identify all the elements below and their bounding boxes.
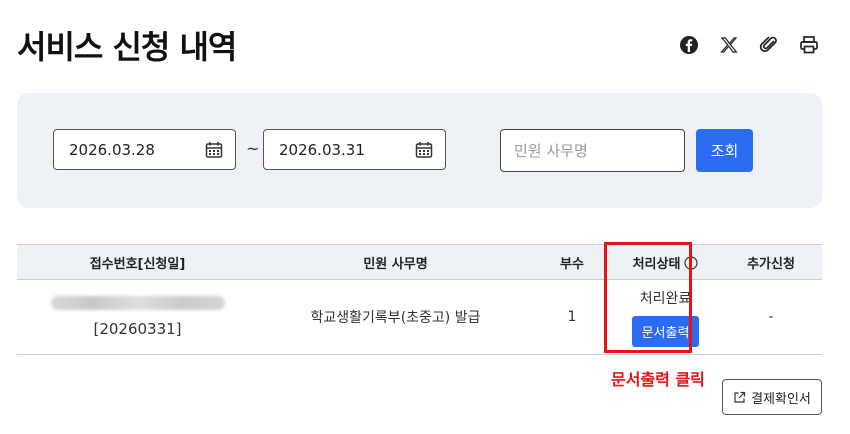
end-date-field[interactable]: 2026.03.31 [263, 129, 446, 170]
x-icon[interactable] [718, 34, 740, 56]
facebook-icon[interactable] [678, 34, 700, 56]
header-status-label: 처리상태 [632, 256, 681, 272]
table-row: [20260331] 학교생활기록부(초중고) 발급 1 처리완료 문서출력 - [17, 279, 822, 355]
external-link-icon [734, 391, 746, 403]
payment-confirmation-button[interactable]: 결제확인서 [722, 379, 822, 415]
calendar-icon[interactable] [205, 141, 223, 159]
results-table: 접수번호[신청일] 민원 사무명 부수 처리상태 추가신청 [20260331]… [17, 244, 822, 355]
date-separator: ~ [246, 139, 260, 158]
header-extra: 추가신청 [720, 244, 822, 280]
calendar-icon[interactable] [415, 141, 433, 159]
header-status: 처리상태 [611, 244, 720, 280]
annotation-label: 문서출력 클릭 [611, 370, 705, 389]
table-header-row: 접수번호[신청일] 민원 사무명 부수 처리상태 추가신청 [17, 244, 822, 280]
page-title: 서비스 신청 내역 [17, 28, 237, 66]
header-receipt: 접수번호[신청일] [17, 244, 258, 280]
share-toolbar [678, 34, 820, 56]
print-icon[interactable] [798, 34, 820, 56]
start-date-field[interactable]: 2026.03.28 [53, 129, 236, 170]
start-date-value: 2026.03.28 [69, 140, 155, 159]
search-button[interactable]: 조회 [696, 129, 753, 172]
header-service: 민원 사무명 [258, 244, 533, 280]
status-cell: 처리완료 문서출력 [611, 279, 720, 355]
receipt-cell: [20260331] [17, 279, 258, 355]
print-document-button[interactable]: 문서출력 [631, 315, 700, 347]
status-text: 처리완료 [639, 290, 692, 307]
paperclip-icon[interactable] [758, 34, 780, 56]
service-cell: 학교생활기록부(초중고) 발급 [258, 279, 533, 355]
info-icon[interactable] [684, 255, 699, 270]
redacted-receipt-number [50, 296, 225, 310]
end-date-value: 2026.03.31 [279, 140, 365, 159]
extra-cell: - [720, 279, 822, 355]
header-copies: 부수 [533, 244, 611, 280]
search-panel: 2026.03.28 ~ 2026.03.31 조회 [17, 93, 822, 208]
payment-confirmation-label: 결제확인서 [751, 391, 811, 407]
copies-cell: 1 [533, 279, 611, 355]
application-date: [20260331] [93, 320, 182, 338]
service-name-input[interactable] [500, 129, 685, 172]
